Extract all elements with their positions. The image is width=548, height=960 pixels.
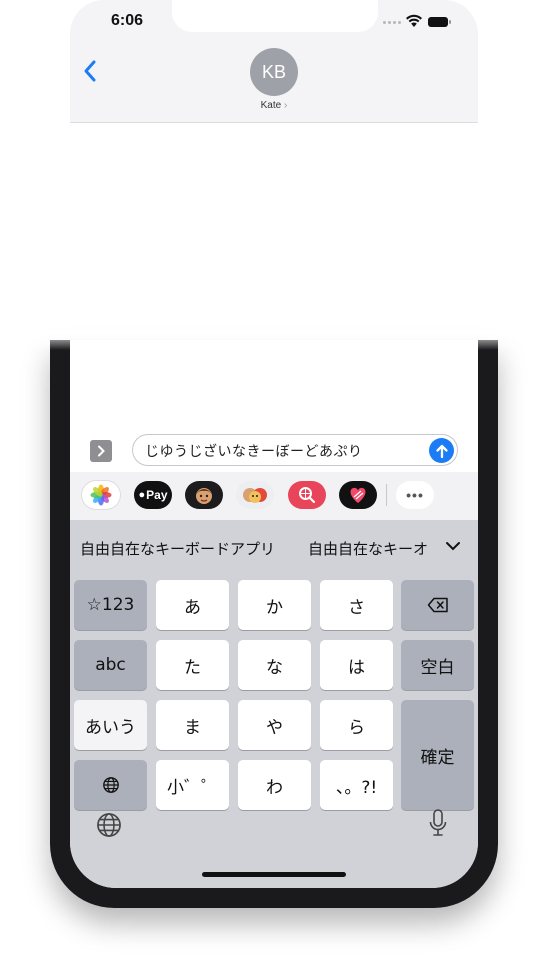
stickers-icon xyxy=(243,488,267,503)
photos-app-icon[interactable] xyxy=(82,481,120,509)
space-key[interactable]: 空白 xyxy=(401,640,474,690)
message-text: じゆうじざいなきーぼーどあぷり xyxy=(145,444,363,460)
key-wa[interactable]: わ xyxy=(238,760,311,810)
key-ka[interactable]: か xyxy=(238,580,311,630)
images-search-app-icon[interactable] xyxy=(288,481,326,509)
imessage-apps-bar: ● Pay ••• xyxy=(70,472,478,520)
key-abc[interactable]: abc xyxy=(74,640,147,690)
message-text-field[interactable]: じゆうじざいなきーぼーどあぷり xyxy=(132,434,458,466)
key-globe[interactable] xyxy=(74,760,147,810)
memoji-face-icon xyxy=(196,488,212,504)
cellular-signal-icon xyxy=(383,21,401,24)
japanese-keyboard: 自由自在なキーボードアプリ 自由自在なキーオ ☆123 abc あいう あ か … xyxy=(70,520,478,888)
chevron-down-icon[interactable] xyxy=(445,540,461,552)
apple-logo-icon: ● xyxy=(138,489,146,501)
apple-pay-label: Pay xyxy=(146,488,168,502)
photos-icon xyxy=(90,484,112,506)
key-kana[interactable]: あいう xyxy=(74,700,147,750)
key-numbers[interactable]: ☆123 xyxy=(74,580,147,630)
contact-name[interactable]: Kate › xyxy=(244,100,304,111)
status-time: 6:06 xyxy=(111,12,144,29)
key-ma[interactable]: ま xyxy=(156,700,229,750)
key-ya[interactable]: や xyxy=(238,700,311,750)
globe-icon[interactable] xyxy=(96,812,122,838)
confirm-key[interactable]: 確定 xyxy=(401,700,474,810)
candidate-2[interactable]: 自由自在なキーオ xyxy=(308,538,428,559)
more-label: ••• xyxy=(406,487,424,503)
key-punctuation[interactable]: 、。?! xyxy=(320,760,393,810)
chevron-right-icon xyxy=(98,445,105,457)
phone-screen: じゆうじざいなきーぼーどあぷり ● Pay ••• 自由自在なキーボードアプリ … xyxy=(70,340,478,888)
apple-pay-app-icon[interactable]: ● Pay xyxy=(134,481,172,509)
key-small-dakuten[interactable]: 小゛゜ xyxy=(156,760,229,810)
contact-chevron-icon: › xyxy=(284,100,288,111)
key-ta[interactable]: た xyxy=(156,640,229,690)
message-input-area: じゆうじざいなきーぼーどあぷり xyxy=(70,340,478,472)
delete-key[interactable] xyxy=(401,580,474,630)
key-sa[interactable]: さ xyxy=(320,580,393,630)
key-ha[interactable]: は xyxy=(320,640,393,690)
contact-name-label: Kate xyxy=(260,100,282,111)
fade-overlay xyxy=(10,330,538,350)
contact-avatar[interactable]: KB xyxy=(250,48,298,96)
home-indicator[interactable] xyxy=(202,872,346,877)
memoji-app-icon[interactable] xyxy=(185,481,223,509)
more-apps-button[interactable]: ••• xyxy=(396,481,434,509)
backspace-icon xyxy=(427,597,448,613)
notch xyxy=(172,0,378,32)
wifi-icon xyxy=(406,14,422,27)
send-button[interactable] xyxy=(429,438,454,463)
arrow-up-icon xyxy=(435,444,448,458)
magnifier-globe-icon xyxy=(299,487,316,504)
key-a[interactable]: あ xyxy=(156,580,229,630)
apps-divider xyxy=(386,484,387,506)
globe-icon xyxy=(102,777,119,793)
heart-icon xyxy=(350,487,366,503)
candidate-1[interactable]: 自由自在なキーボードアプリ xyxy=(80,538,275,559)
digital-touch-app-icon[interactable] xyxy=(339,481,377,509)
memoji-stickers-app-icon[interactable] xyxy=(236,481,274,509)
back-chevron-icon[interactable] xyxy=(83,59,97,83)
battery-icon xyxy=(428,17,451,27)
avatar-initials: KB xyxy=(261,61,286,82)
key-na[interactable]: な xyxy=(238,640,311,690)
microphone-icon[interactable] xyxy=(428,808,448,838)
key-ra[interactable]: ら xyxy=(320,700,393,750)
expand-apps-button[interactable] xyxy=(90,440,112,462)
